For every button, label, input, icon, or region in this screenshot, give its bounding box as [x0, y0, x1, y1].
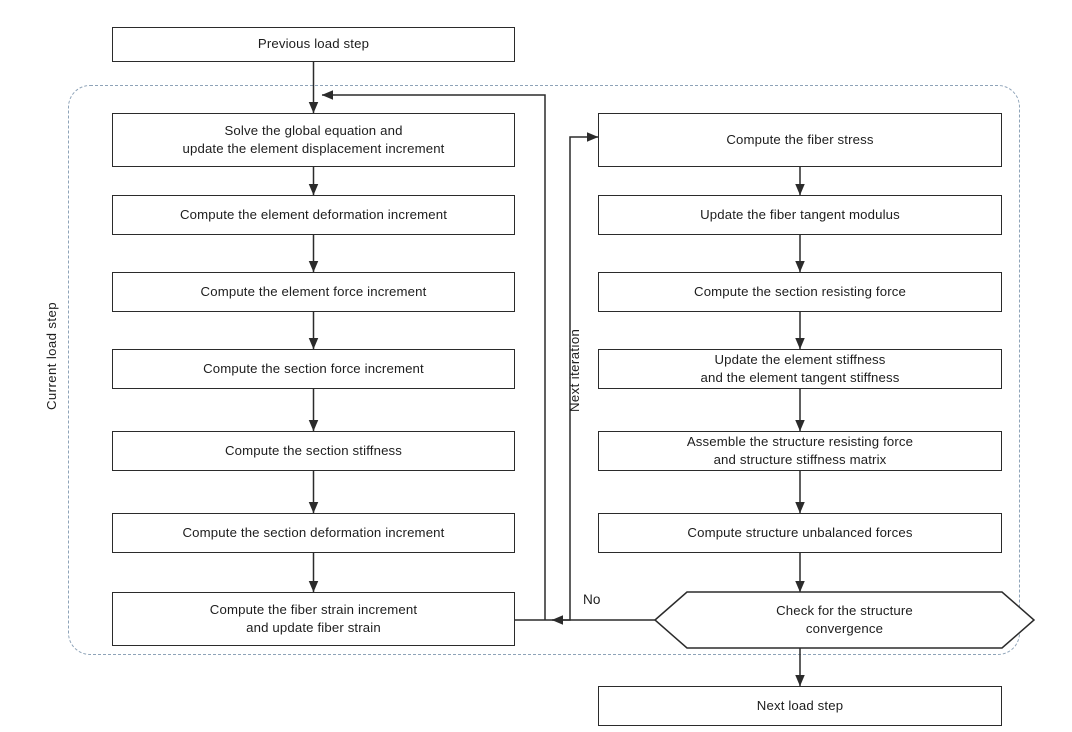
label-current-load-step: Current load step: [44, 302, 59, 410]
node-element-stiffness-update[interactable]: Update the element stiffness and the ele…: [598, 349, 1002, 389]
label-next-iteration: Next iteration: [567, 328, 582, 412]
node-section-stiffness[interactable]: Compute the section stiffness: [112, 431, 515, 471]
node-fiber-stress[interactable]: Compute the fiber stress: [598, 113, 1002, 167]
label-no-branch: No: [583, 592, 601, 607]
node-check-structure-convergence[interactable]: Check for the structure convergence: [687, 592, 1002, 648]
node-section-resisting-force[interactable]: Compute the section resisting force: [598, 272, 1002, 312]
node-previous-load-step[interactable]: Previous load step: [112, 27, 515, 62]
node-fiber-strain-increment[interactable]: Compute the fiber strain increment and u…: [112, 592, 515, 646]
node-fiber-tangent-modulus[interactable]: Update the fiber tangent modulus: [598, 195, 1002, 235]
node-element-force-increment[interactable]: Compute the element force increment: [112, 272, 515, 312]
node-assemble-structure-resisting-force[interactable]: Assemble the structure resisting force a…: [598, 431, 1002, 471]
node-structure-unbalanced-forces[interactable]: Compute structure unbalanced forces: [598, 513, 1002, 553]
node-element-deformation-increment[interactable]: Compute the element deformation incremen…: [112, 195, 515, 235]
node-section-force-increment[interactable]: Compute the section force increment: [112, 349, 515, 389]
node-solve-global-equation[interactable]: Solve the global equation and update the…: [112, 113, 515, 167]
flowchart-canvas: Previous load step Solve the global equa…: [0, 0, 1072, 732]
node-next-load-step[interactable]: Next load step: [598, 686, 1002, 726]
node-section-deformation-increment[interactable]: Compute the section deformation incremen…: [112, 513, 515, 553]
